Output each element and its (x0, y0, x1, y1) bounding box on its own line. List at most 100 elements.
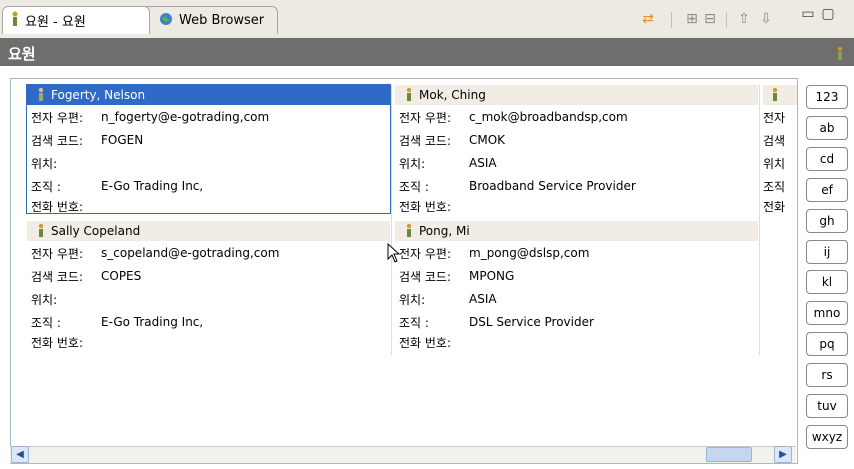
mouse-cursor-icon (387, 242, 401, 266)
field-label: 전자 우편: (399, 246, 452, 261)
field-row: 검색 코드: COPES (31, 265, 391, 287)
index-button[interactable]: pq (806, 332, 848, 356)
field-label: 검색 코드: (31, 269, 84, 284)
index-button[interactable]: 123 (806, 85, 848, 109)
index-button[interactable]: cd (806, 147, 848, 171)
field-row: 전자 우편: c_mok@broadbandsp,com (399, 106, 759, 128)
tab-label: Web Browser (179, 13, 265, 28)
tab-web-browser[interactable]: Web Browser (140, 6, 278, 34)
field-row: 전화 번호: (399, 198, 759, 214)
contact-card[interactable]: Fogerty, Nelson 전자 우편: n_fogerty@e-gotrad… (26, 84, 391, 214)
card-header[interactable]: Fogerty, Nelson (27, 85, 390, 105)
field-row: 조직 : DSL Service Provider (399, 311, 759, 333)
field-value: c_mok@broadbandsp,com (469, 110, 628, 124)
field-value: E-Go Trading Inc, (101, 179, 204, 193)
field-row: 전자 우편: s_copeland@e-gotrading,com (31, 242, 391, 264)
field-label: 전화 (763, 199, 786, 214)
card-header[interactable] (763, 85, 797, 105)
contact-card[interactable]: Pong, Mi 전자 우편: m_pong@dslsp,com 검색 코드: MP… (395, 221, 759, 350)
field-label: 조직 : (31, 179, 61, 194)
person-icon (405, 223, 413, 240)
field-label: 검색 (763, 133, 786, 148)
index-button[interactable]: rs (806, 363, 848, 387)
field-label: 전자 우편: (31, 246, 84, 261)
field-label: 위치 (763, 156, 786, 171)
minimize-icon[interactable]: ▭ (800, 6, 816, 22)
column-separator (391, 85, 392, 355)
field-value: n_fogerty@e-gotrading,com (101, 110, 270, 124)
field-row: 조직 : Broadband Service Provider (399, 175, 759, 197)
field-row: 조직 : E-Go Trading Inc, (31, 311, 391, 333)
field-label: 위치: (399, 156, 426, 171)
field-row: 전화 번호: (31, 334, 391, 350)
person-icon (771, 87, 779, 104)
field-value: DSL Service Provider (469, 315, 594, 329)
up-arrow-icon[interactable]: ⇧ (736, 11, 752, 27)
field-label: 전자 (763, 110, 786, 125)
contact-name: Mok, Ching (419, 88, 486, 102)
contact-card-partial[interactable]: 전자 검색 위치 조직 전화 (763, 85, 797, 214)
field-label: 검색 코드: (399, 133, 452, 148)
field-label: 검색 코드: (31, 133, 84, 148)
card-header[interactable]: Pong, Mi (395, 221, 758, 241)
scroll-left-icon[interactable]: ◀ (11, 446, 29, 463)
field-label: 위치: (399, 292, 426, 307)
field-value: COPES (101, 269, 142, 283)
field-row: 검색 코드: MPONG (399, 265, 759, 287)
scroll-thumb[interactable] (706, 447, 752, 462)
contact-name: Fogerty, Nelson (51, 88, 146, 102)
field-value: m_pong@dslsp,com (469, 246, 590, 260)
field-value: E-Go Trading Inc, (101, 315, 204, 329)
index-button[interactable]: gh (806, 209, 848, 233)
field-value: ASIA (469, 156, 497, 170)
collapse-all-icon[interactable]: ⊟ (702, 11, 718, 27)
contact-card[interactable]: Sally Copeland 전자 우편: s_copeland@e-gotrad… (27, 221, 391, 350)
field-value: MPONG (469, 269, 515, 283)
person-icon (37, 87, 45, 104)
maximize-icon[interactable]: ▢ (820, 6, 836, 22)
index-button[interactable]: ij (806, 240, 848, 264)
column-separator (759, 85, 760, 355)
card-header[interactable]: Sally Copeland (27, 221, 390, 241)
field-label: 전자 우편: (31, 110, 84, 125)
field-label: 조직 : (31, 315, 61, 330)
view-title-bar (0, 38, 854, 66)
field-value: Broadband Service Provider (469, 179, 636, 193)
field-label: 위치: (31, 292, 58, 307)
horizontal-scrollbar[interactable] (10, 446, 796, 463)
field-row: 전자 우편: m_pong@dslsp,com (399, 242, 759, 264)
field-row: 전화 번호: (399, 334, 759, 350)
field-label: 위치: (31, 156, 58, 171)
index-button[interactable]: tuv (806, 394, 848, 418)
expand-all-icon[interactable]: ⊞ (684, 11, 700, 27)
down-arrow-icon[interactable]: ⇩ (758, 11, 774, 27)
person-icon (836, 46, 844, 63)
field-value: CMOK (469, 133, 506, 147)
index-button[interactable]: kl (806, 270, 848, 294)
person-icon (37, 223, 45, 240)
contact-card-view[interactable]: Fogerty, Nelson 전자 우편: n_fogerty@e-gotrad… (10, 78, 798, 464)
contact-card[interactable]: Mok, Ching 전자 우편: c_mok@broadbandsp,com 검… (395, 85, 759, 214)
field-row: 조직 : E-Go Trading Inc, (31, 175, 391, 197)
card-header[interactable]: Mok, Ching (395, 85, 758, 105)
field-label: 전화 번호: (399, 335, 452, 350)
toolbar-separator (726, 12, 727, 28)
field-row: 검색 코드: FOGEN (31, 129, 391, 151)
toolbar-separator (671, 12, 672, 28)
scroll-right-icon[interactable]: ▶ (774, 446, 792, 463)
view-title: 요원 (8, 45, 36, 63)
sync-icon[interactable]: ⇄ (640, 11, 656, 27)
field-label: 조직 : (399, 315, 429, 330)
index-button[interactable]: ef (806, 178, 848, 202)
field-label: 전화 번호: (31, 335, 84, 350)
index-button[interactable]: mno (806, 301, 848, 325)
field-row: 위치: ASIA (399, 288, 759, 310)
field-value: ASIA (469, 292, 497, 306)
field-label: 검색 코드: (399, 269, 452, 284)
index-button[interactable]: wxyz (806, 425, 848, 449)
field-value: s_copeland@e-gotrading,com (101, 246, 280, 260)
index-button[interactable]: ab (806, 116, 848, 140)
tab-agents[interactable]: 요원 - 요원 (2, 6, 150, 34)
tab-label: 요원 - 요원 (25, 15, 86, 30)
field-row: 위치: ASIA (399, 152, 759, 174)
